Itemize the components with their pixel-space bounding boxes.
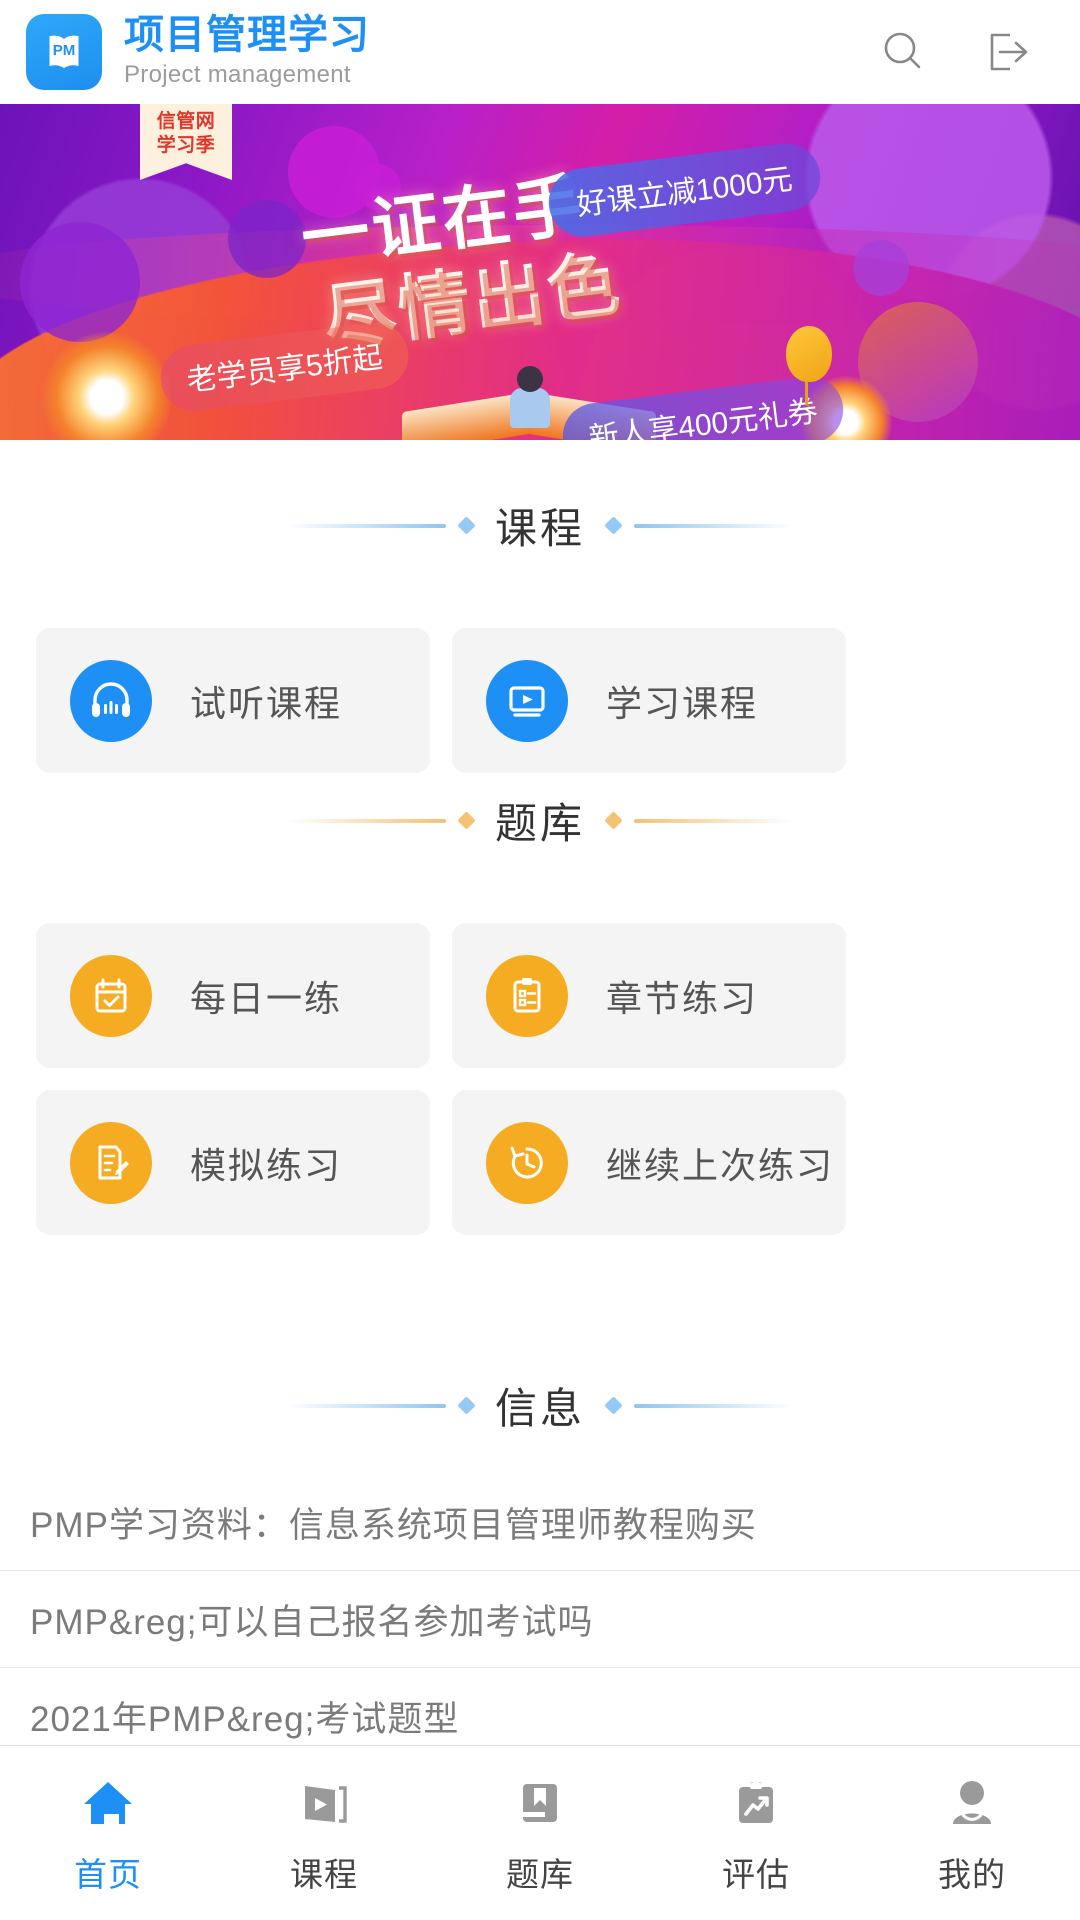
card-continue-practice[interactable]: 继续上次练习 [452,1090,846,1235]
section-title: 课程 [494,505,585,552]
tab-label: 我的 [938,1856,1006,1893]
svg-text:PM: PM [53,42,76,59]
card-label: 每日一练 [190,977,343,1019]
tab-courses[interactable]: 课程 [216,1746,432,1920]
diamond-left-icon [457,516,476,535]
tab-home[interactable]: 首页 [0,1746,216,1920]
tab-label: 首页 [74,1856,142,1893]
clock-history-icon [486,1121,568,1204]
home-icon [79,1770,137,1832]
information-list: PMP学习资料：信息系统项目管理师教程购买 PMP&reg;可以自己报名参加考试… [0,1474,1080,1765]
card-chapter-practice[interactable]: 章节练习 [452,923,846,1068]
card-mock-practice[interactable]: 模拟练习 [36,1090,430,1235]
tab-label: 课程 [290,1856,358,1893]
user-icon [943,1770,1001,1832]
divider-line-left [285,1403,446,1408]
promo-banner[interactable]: 信管网 学习季 一证在手 尽情出色 好课立减1000元 老学员享5折起 新人享4… [0,104,1080,440]
info-item-title: 2021年PMP&reg;考试题型 [30,1699,460,1739]
info-item-title: PMP&reg;可以自己报名参加考试吗 [30,1602,594,1642]
section-header-courses: 课程 [0,495,1080,556]
card-label: 试听课程 [190,682,343,724]
calendar-check-icon [70,954,152,1037]
card-label: 章节练习 [606,977,759,1019]
tab-profile[interactable]: 我的 [864,1746,1080,1920]
section-title: 信息 [494,1385,585,1432]
courses-section: 课程 试听课程 学习课程 [0,495,1080,773]
logout-icon[interactable] [982,25,1036,79]
divider-line-left [285,818,446,823]
search-icon[interactable] [876,25,930,79]
section-header-information: 信息 [0,1375,1080,1436]
list-item[interactable]: PMP&reg;可以自己报名参加考试吗 [0,1571,1080,1668]
document-pencil-icon [70,1121,152,1204]
tab-label: 题库 [506,1856,574,1893]
balloon-icon [786,326,832,407]
diamond-right-icon [604,811,623,830]
book-logo-icon: PM [49,35,79,69]
ribbon-line-1: 信管网 [156,111,216,132]
section-title: 题库 [494,800,585,847]
app-header: PM 项目管理学习 Project management [0,0,1080,104]
app-root: PM 项目管理学习 Project management 信管网 学习季 一证在… [0,0,1080,1920]
question-bank-section: 题库 每日一练 章节练习 模拟练习 继续上次练习 [0,790,1080,1235]
information-section: 信息 PMP学习资料：信息系统项目管理师教程购买 PMP&reg;可以自己报名参… [0,1375,1080,1765]
card-label: 学习课程 [606,682,759,724]
video-player-icon [486,659,568,742]
diamond-right-icon [604,1396,623,1415]
courses-grid: 试听课程 学习课程 [0,628,1080,773]
banner-blob-5 [853,240,909,296]
bottom-tab-bar: 首页 课程 题库 评估 我的 [0,1745,1080,1920]
video-icon [295,1770,353,1832]
headphones-icon [70,659,152,742]
app-subtitle: Project management [124,61,351,89]
tab-question-bank[interactable]: 题库 [432,1746,648,1920]
app-logo: PM [26,14,102,90]
card-label: 继续上次练习 [606,1144,835,1186]
question-bank-grid: 每日一练 章节练习 模拟练习 继续上次练习 [0,923,1080,1235]
banner-blob-3 [228,200,306,278]
ribbon-line-2: 学习季 [156,134,216,156]
card-study-course[interactable]: 学习课程 [452,628,846,773]
divider-line-left [285,523,446,528]
tab-assessment[interactable]: 评估 [648,1746,864,1920]
info-item-title: PMP学习资料：信息系统项目管理师教程购买 [30,1505,757,1545]
list-item[interactable]: PMP学习资料：信息系统项目管理师教程购买 [0,1474,1080,1571]
divider-line-right [634,1403,794,1408]
header-actions [876,25,1054,79]
banner-ribbon: 信管网 学习季 [140,104,232,180]
tab-label: 评估 [722,1856,790,1893]
card-trial-course[interactable]: 试听课程 [36,628,430,773]
diamond-left-icon [457,1396,476,1415]
brand-text-block: 项目管理学习 Project management [124,12,370,90]
app-title: 项目管理学习 [124,12,370,57]
card-daily-practice[interactable]: 每日一练 [36,923,430,1068]
diamond-right-icon [604,516,623,535]
diamond-left-icon [457,811,476,830]
clipboard-chart-icon [727,1770,785,1832]
divider-line-right [634,523,794,528]
banner-blob-4 [20,222,140,342]
clipboard-list-icon [486,954,568,1037]
divider-line-right [634,818,794,823]
card-label: 模拟练习 [190,1144,343,1186]
book-bookmark-icon [511,1770,569,1832]
section-header-question-bank: 题库 [0,790,1080,851]
